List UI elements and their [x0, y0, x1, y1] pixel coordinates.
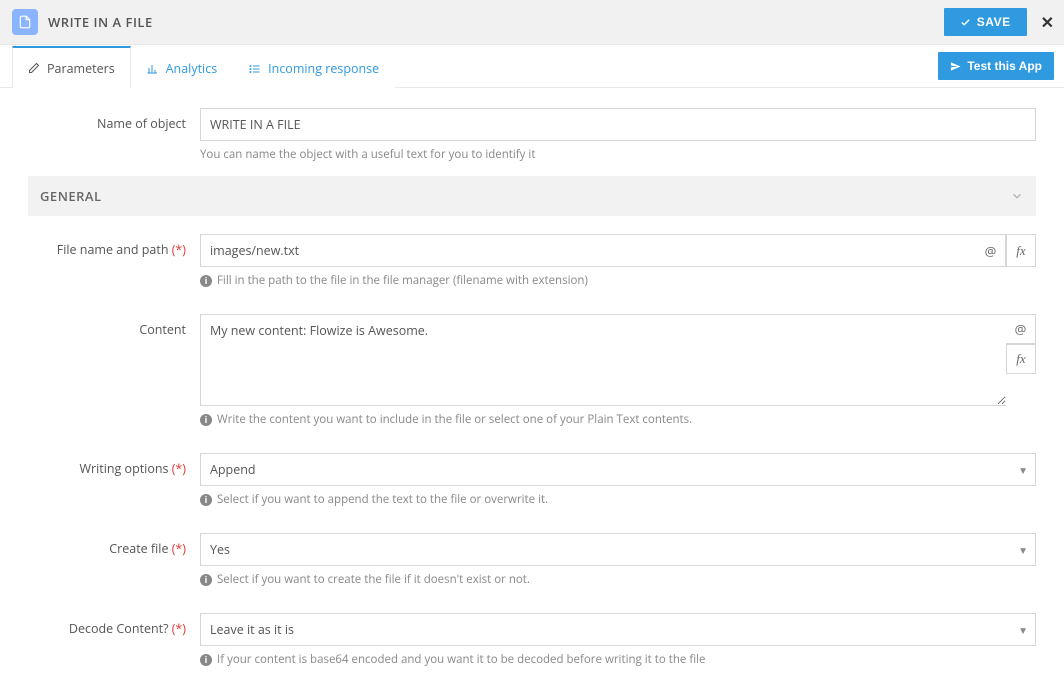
- header-right: SAVE ✕: [944, 8, 1054, 36]
- tabs-row: Parameters Analytics Incoming response T…: [0, 45, 1064, 88]
- name-input[interactable]: [200, 108, 1036, 141]
- header: WRITE IN A FILE SAVE ✕: [0, 0, 1064, 45]
- plane-icon: [950, 61, 961, 72]
- label-writing: Writing options: [79, 460, 168, 477]
- help-filepath: i Fill in the path to the file in the fi…: [200, 273, 1036, 288]
- tab-analytics[interactable]: Analytics: [131, 46, 234, 88]
- row-name: Name of object You can name the object w…: [28, 108, 1036, 162]
- tab-parameters[interactable]: Parameters: [12, 46, 131, 88]
- info-icon: i: [200, 574, 212, 586]
- save-button[interactable]: SAVE: [944, 8, 1027, 36]
- list-icon: [249, 63, 261, 75]
- tab-analytics-label: Analytics: [166, 60, 218, 77]
- chevron-down-icon[interactable]: [1010, 189, 1024, 203]
- bar-chart-icon: [147, 63, 159, 75]
- content-textarea[interactable]: [200, 314, 1006, 406]
- label-content: Content: [139, 321, 186, 338]
- info-icon: i: [200, 414, 212, 426]
- row-content: Content @ fx i Write the content you wan…: [28, 314, 1036, 427]
- header-left: WRITE IN A FILE: [12, 9, 153, 35]
- app-icon: [12, 9, 38, 35]
- label-decode: Decode Content?: [69, 620, 169, 637]
- pencil-icon: [28, 62, 40, 74]
- required-mark: (*): [172, 620, 186, 637]
- row-create: Create file (*) Yes ▼ i Select if you wa…: [28, 533, 1036, 587]
- help-decode: i If your content is base64 encoded and …: [200, 652, 1036, 667]
- decode-select[interactable]: Leave it as it is: [200, 613, 1036, 646]
- section-general: GENERAL: [28, 176, 1036, 216]
- label-create: Create file: [109, 540, 168, 557]
- required-mark: (*): [172, 241, 186, 258]
- writing-select[interactable]: Append: [200, 453, 1036, 486]
- label-filepath: File name and path: [57, 241, 169, 258]
- required-mark: (*): [172, 460, 186, 477]
- content: Name of object You can name the object w…: [0, 88, 1064, 695]
- info-icon: i: [200, 494, 212, 506]
- close-icon[interactable]: ✕: [1041, 11, 1054, 33]
- row-decode: Decode Content? (*) Leave it as it is ▼ …: [28, 613, 1036, 667]
- help-create: i Select if you want to create the file …: [200, 572, 1036, 587]
- info-icon: i: [200, 654, 212, 666]
- tabs: Parameters Analytics Incoming response: [0, 45, 395, 87]
- help-writing: i Select if you want to append the text …: [200, 492, 1036, 507]
- tab-parameters-label: Parameters: [47, 60, 115, 77]
- row-filepath: File name and path (*) @ fx i Fill in th…: [28, 234, 1036, 288]
- help-name: You can name the object with a useful te…: [200, 147, 1036, 162]
- test-app-button[interactable]: Test this App: [938, 52, 1054, 80]
- test-app-label: Test this App: [967, 59, 1042, 73]
- at-addon[interactable]: @: [1006, 314, 1036, 344]
- check-icon: [960, 17, 971, 28]
- fx-addon[interactable]: fx: [1006, 344, 1036, 374]
- label-name: Name of object: [28, 108, 200, 132]
- save-button-label: SAVE: [977, 15, 1011, 29]
- page-title: WRITE IN A FILE: [48, 13, 153, 31]
- fx-addon[interactable]: fx: [1006, 234, 1036, 267]
- filepath-input[interactable]: [200, 234, 976, 267]
- at-addon[interactable]: @: [976, 234, 1006, 267]
- required-mark: (*): [172, 540, 186, 557]
- tab-incoming[interactable]: Incoming response: [233, 46, 395, 88]
- tab-incoming-label: Incoming response: [268, 60, 379, 77]
- section-general-title: GENERAL: [40, 187, 102, 205]
- create-select[interactable]: Yes: [200, 533, 1036, 566]
- info-icon: i: [200, 275, 212, 287]
- row-writing: Writing options (*) Append ▼ i Select if…: [28, 453, 1036, 507]
- help-content: i Write the content you want to include …: [200, 412, 1036, 427]
